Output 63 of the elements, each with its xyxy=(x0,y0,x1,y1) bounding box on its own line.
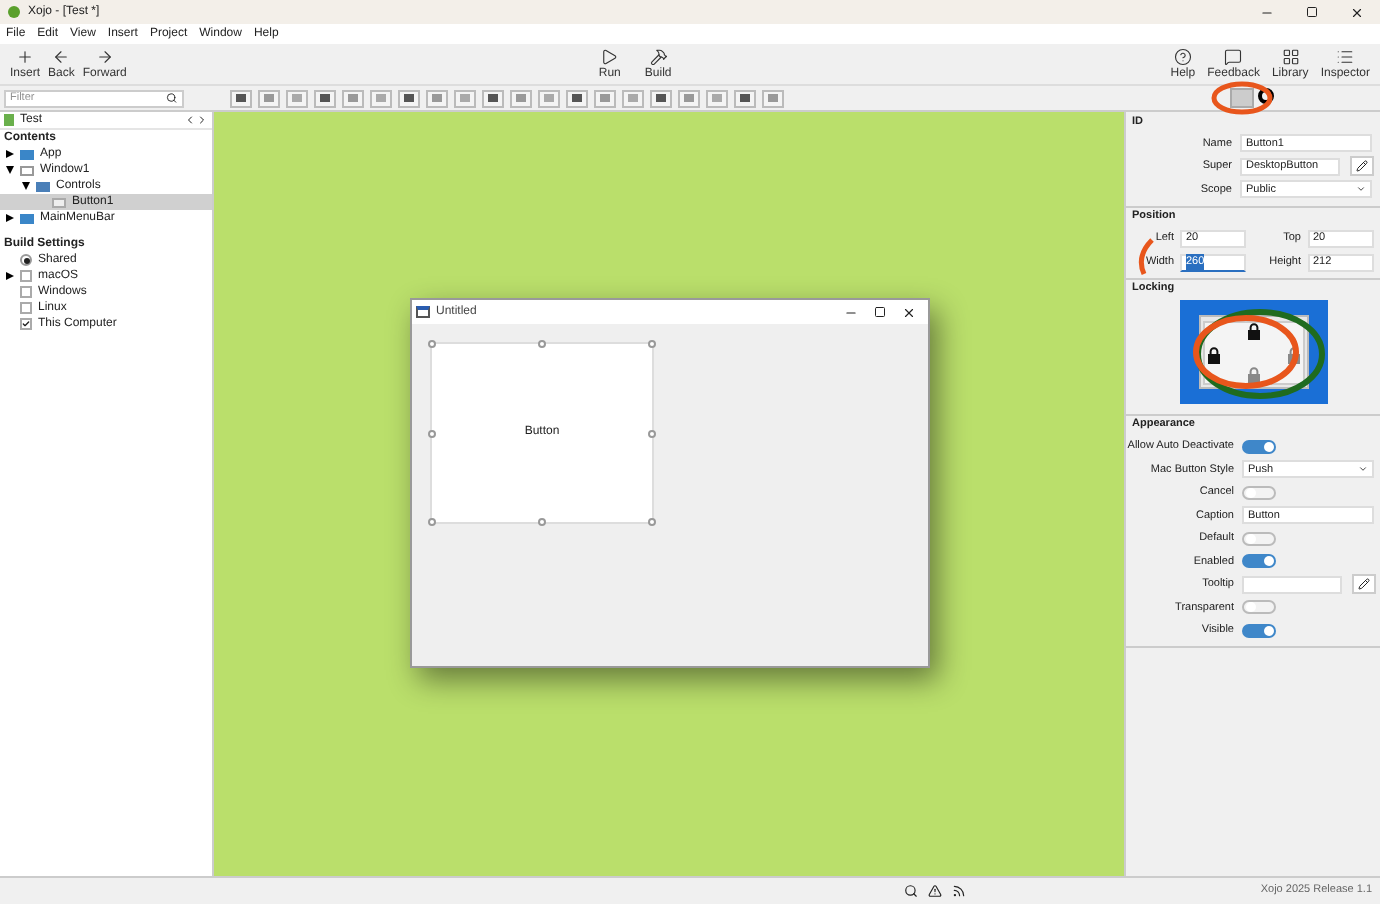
gear-icon[interactable] xyxy=(1258,88,1274,104)
search-icon[interactable] xyxy=(903,884,918,898)
plus-icon xyxy=(16,47,34,65)
right-arrow-icon xyxy=(95,47,114,65)
hammer-icon xyxy=(649,47,668,65)
item-icon xyxy=(20,213,34,223)
text-field[interactable] xyxy=(1242,575,1342,594)
lock-icon[interactable] xyxy=(1247,322,1259,339)
file-icon xyxy=(4,114,14,126)
search-icon xyxy=(166,92,178,104)
edit-button[interactable] xyxy=(1352,574,1376,595)
maximize-icon[interactable] xyxy=(1306,6,1318,18)
maximize-icon xyxy=(874,306,886,318)
resize-handle[interactable] xyxy=(538,518,546,526)
forward-icon[interactable] xyxy=(196,114,208,126)
tool-button[interactable] xyxy=(650,89,672,107)
help-icon xyxy=(1173,47,1192,65)
edit-button[interactable] xyxy=(1350,156,1374,177)
play-icon xyxy=(600,47,619,65)
toggle-switch[interactable] xyxy=(1242,485,1276,500)
toggle-switch[interactable] xyxy=(1242,600,1276,615)
resize-handle[interactable] xyxy=(538,340,546,348)
back-icon[interactable] xyxy=(184,114,196,126)
tool-button[interactable] xyxy=(230,89,252,107)
toggle-switch[interactable] xyxy=(1242,623,1276,638)
resize-handle[interactable] xyxy=(648,429,656,437)
close-icon xyxy=(902,305,916,319)
tool-button[interactable] xyxy=(734,89,756,107)
warning-icon[interactable] xyxy=(927,884,942,898)
resize-handle[interactable] xyxy=(428,429,436,437)
pencil-icon xyxy=(1358,578,1370,591)
radio-button[interactable] xyxy=(20,254,32,266)
list-icon xyxy=(1336,47,1355,65)
checkbox[interactable] xyxy=(20,286,32,298)
resize-handle[interactable] xyxy=(648,518,656,526)
resize-handle[interactable] xyxy=(648,340,656,348)
speech-bubble-icon xyxy=(1224,47,1243,65)
tool-button[interactable] xyxy=(566,89,588,107)
tool-button[interactable] xyxy=(482,89,504,107)
toggle-switch[interactable] xyxy=(1242,531,1276,546)
checkbox[interactable] xyxy=(20,318,32,330)
collapsed-triangle-icon[interactable] xyxy=(6,272,14,280)
pencil-icon xyxy=(1356,160,1368,173)
left-arrow-icon xyxy=(52,47,71,65)
resize-handle[interactable] xyxy=(428,340,436,348)
annotation-circle xyxy=(1211,81,1273,115)
chevron-down-icon xyxy=(1356,184,1366,195)
checkbox[interactable] xyxy=(20,270,32,282)
rss-icon[interactable] xyxy=(951,884,966,898)
app-logo-icon xyxy=(8,6,20,18)
chevron-down-icon xyxy=(1358,464,1368,475)
grid-icon xyxy=(1281,47,1300,65)
close-icon[interactable] xyxy=(1350,5,1364,19)
resize-handle[interactable] xyxy=(428,518,436,526)
window-icon xyxy=(416,306,430,318)
toggle-switch[interactable] xyxy=(1242,439,1276,454)
toggle-switch[interactable] xyxy=(1242,554,1276,569)
annotation-circle xyxy=(1193,315,1299,389)
tool-button[interactable] xyxy=(314,89,336,107)
lock-icon[interactable] xyxy=(1207,346,1219,363)
tool-button[interactable] xyxy=(398,89,420,107)
annotation-circle xyxy=(1195,309,1325,399)
checkbox[interactable] xyxy=(20,302,32,314)
